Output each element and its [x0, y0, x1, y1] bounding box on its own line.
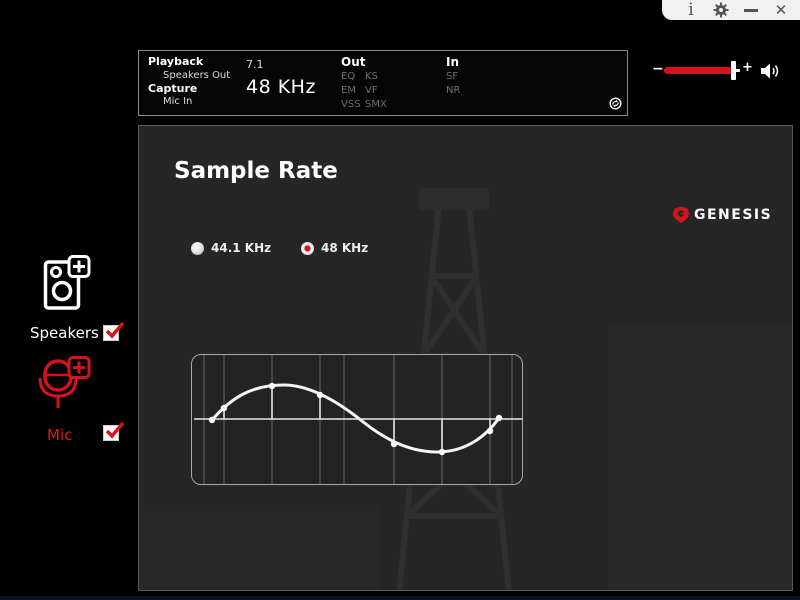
minimize-icon: [744, 9, 758, 12]
radio-button-48khz[interactable]: [301, 241, 314, 255]
close-button[interactable]: ✕: [768, 0, 794, 20]
speakers-label: Speakers: [30, 324, 99, 342]
capture-label: Capture: [148, 82, 198, 95]
mic-checkbox[interactable]: [103, 421, 125, 441]
out-effect-vf: VF: [365, 85, 378, 96]
info-icon: i: [688, 0, 694, 20]
page-title: Sample Rate: [174, 158, 338, 184]
checkmark-icon: [105, 321, 125, 339]
checkmark-icon: [105, 421, 125, 439]
playback-device: Speakers Out: [163, 70, 231, 81]
capture-device: Mic In: [163, 96, 193, 107]
window-controls: i ✕: [662, 0, 800, 20]
bottom-edge: [0, 596, 800, 600]
close-icon: ✕: [774, 1, 788, 19]
volume-minus[interactable]: −: [652, 61, 664, 77]
volume-control: − +: [648, 60, 788, 82]
out-effect-smx: SMX: [365, 99, 387, 110]
radio-option-48khz[interactable]: 48 KHz: [301, 241, 368, 255]
in-label: In: [446, 55, 460, 69]
sample-wave-graphic: [191, 354, 523, 485]
minimize-button[interactable]: [738, 0, 764, 20]
speakers-checkbox[interactable]: [103, 321, 125, 341]
volume-slider-thumb[interactable]: [731, 61, 736, 80]
sample-rate-panel: Sample Rate GENESIS 44.1 KHz 48 KHz: [138, 125, 793, 591]
out-label: Out: [341, 55, 366, 69]
out-effect-eq: EQ: [341, 71, 356, 82]
in-effect-sf: SF: [446, 71, 459, 82]
out-effect-vss: VSS: [341, 99, 361, 110]
brand-name: GENESIS: [694, 207, 773, 223]
genesis-logo-icon: [673, 207, 689, 223]
settings-button[interactable]: [708, 0, 734, 20]
radio-option-44-1khz[interactable]: 44.1 KHz: [191, 241, 271, 255]
out-effect-ks: KS: [365, 71, 378, 82]
info-button[interactable]: i: [678, 0, 704, 20]
radio-button-44-1khz[interactable]: [191, 241, 204, 255]
in-effect-nr: NR: [446, 85, 461, 96]
volume-slider-track[interactable]: [664, 67, 736, 74]
mic-add-icon: [38, 356, 91, 408]
speaker-volume-icon[interactable]: [760, 62, 782, 80]
gear-icon: [713, 2, 729, 18]
radio-label-48khz: 48 KHz: [321, 241, 369, 255]
status-panel: Playback Speakers Out Capture Mic In 7.1…: [138, 50, 628, 116]
out-effect-em: EM: [341, 85, 356, 96]
volume-plus[interactable]: +: [742, 60, 753, 75]
mic-label: Mic: [47, 426, 73, 444]
brand-logo: GENESIS: [672, 206, 772, 224]
volume-slider-rest: [736, 69, 740, 72]
speaker-add-icon: [43, 255, 91, 310]
radio-label-44-1khz: 44.1 KHz: [211, 241, 272, 255]
sync-icon[interactable]: [609, 97, 622, 110]
channel-mode: 7.1: [246, 58, 264, 71]
playback-label: Playback: [148, 55, 204, 68]
sample-rate-display: 48 KHz: [246, 76, 316, 98]
